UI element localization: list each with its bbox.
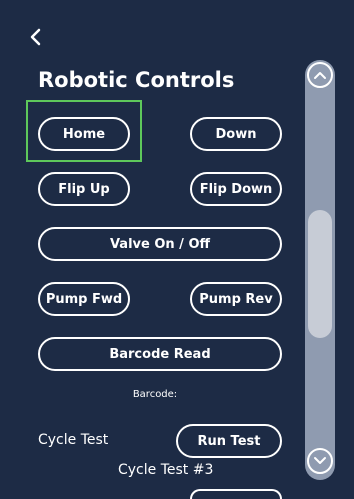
barcode-label: Barcode: (132, 389, 178, 400)
down-button[interactable]: Down (190, 117, 282, 151)
home-button[interactable]: Home (38, 117, 130, 151)
cycle-test-label: Cycle Test (38, 432, 109, 448)
page-title: Robotic Controls (38, 68, 235, 92)
pump-rev-button[interactable]: Pump Rev (190, 282, 282, 316)
chevron-up-icon (314, 72, 326, 79)
barcode-read-button[interactable]: Barcode Read (38, 337, 282, 371)
robotic-controls-screen: Robotic Controls Home Down Flip Up Flip … (0, 0, 354, 499)
valve-toggle-button[interactable]: Valve On / Off (38, 227, 282, 261)
chevron-down-icon (314, 457, 326, 464)
run-test-button[interactable]: Run Test (176, 424, 282, 458)
pump-fwd-button[interactable]: Pump Fwd (38, 282, 130, 316)
scroll-down-button[interactable] (307, 448, 333, 474)
cycle-test-name: Cycle Test #3 (118, 462, 214, 478)
scroll-up-button[interactable] (307, 62, 333, 88)
back-button[interactable] (25, 25, 45, 49)
partial-button[interactable] (190, 489, 282, 499)
flip-up-button[interactable]: Flip Up (38, 172, 130, 206)
chevron-left-icon (30, 28, 41, 46)
flip-down-button[interactable]: Flip Down (190, 172, 282, 206)
scrollbar-thumb[interactable] (308, 210, 332, 338)
